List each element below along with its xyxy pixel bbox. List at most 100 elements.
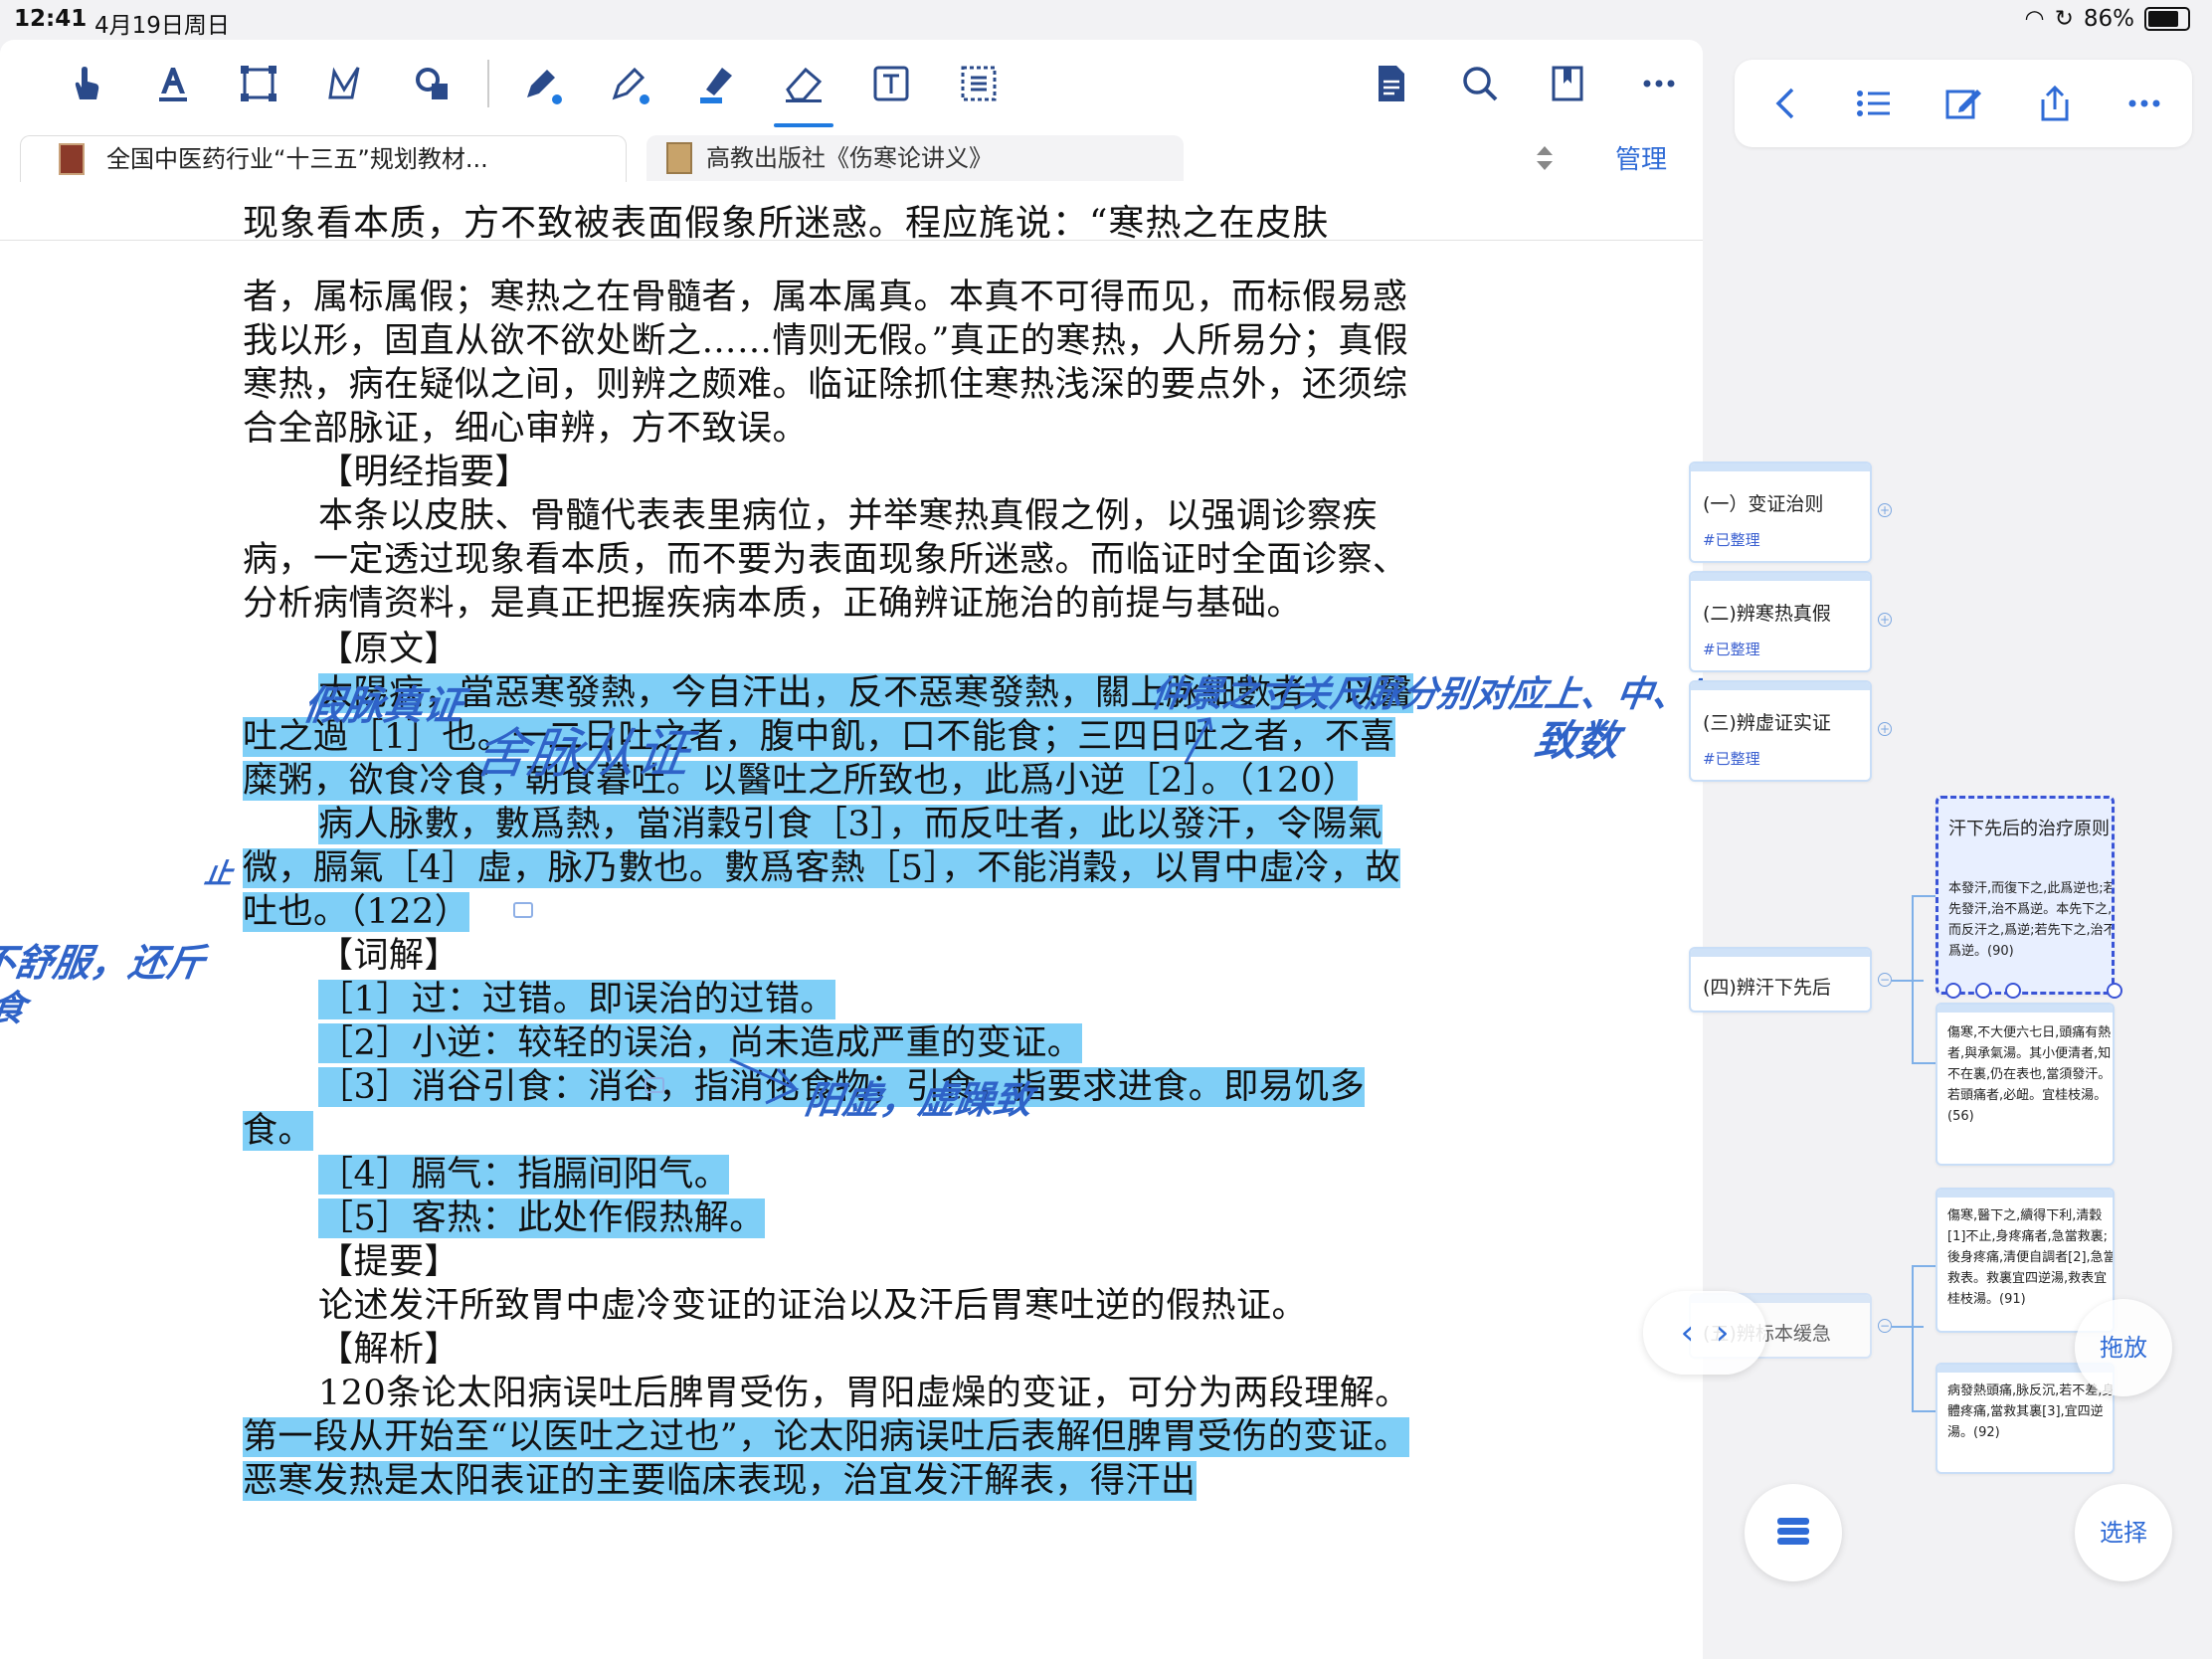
document-tabs: 全国中医药行业“十三五”规划教材... 高教出版社《伤寒论讲义》 <box>0 135 1703 182</box>
node-bar <box>1691 463 1870 471</box>
mindmap-node[interactable]: (一）变证治则 #已整理 <box>1689 461 1872 563</box>
paragraph: 论述发汗所致胃中虚冷变证的证治以及汗后胃寒吐逆的假热证。 <box>318 1286 1308 1326</box>
tab-label: 全国中医药行业“十三五”规划教材... <box>106 145 488 173</box>
handwritten-note[interactable]: 止 <box>202 852 236 892</box>
document-pane: 全国中医药行业“十三五”规划教材... 高教出版社《伤寒论讲义》 管理 现象看本… <box>0 40 1703 1659</box>
shape-settings-icon[interactable] <box>408 60 456 107</box>
page-break <box>0 240 1703 241</box>
mindmap-header <box>1735 60 2192 147</box>
highlighted-text: ［1］过：过错。即误治的过错。 <box>318 980 835 1019</box>
book-cover-icon <box>666 142 692 174</box>
highlighted-text: 病人脉數，數爲熱，當消穀引食［3］，而反吐者，此以發汗，令陽氣微，膈氣［4］虛，… <box>243 805 1401 932</box>
chevron-left-icon[interactable]: ‹ <box>1681 1313 1695 1353</box>
handle-icon[interactable] <box>2005 983 2021 999</box>
node-bar <box>1937 1190 2113 1198</box>
connector-line <box>1892 1326 1924 1328</box>
handwritten-note[interactable]: 不舒服，还斤 <box>0 932 209 987</box>
node-title: (三)辨虚证实证 <box>1703 712 1831 734</box>
glossary-item: ［5］客热：此处作假热解。 <box>243 1197 1416 1240</box>
layers-button[interactable] <box>1745 1484 1842 1581</box>
expand-icon[interactable]: + <box>1878 503 1892 517</box>
more-options-icon[interactable] <box>2122 82 2166 125</box>
sort-icon[interactable] <box>1534 143 1556 173</box>
wifi-icon: ◠ <box>2024 6 2045 32</box>
collapse-icon[interactable]: − <box>1878 1319 1892 1333</box>
handwritten-note[interactable]: 舍脉从证 <box>469 709 695 788</box>
lasso-icon[interactable] <box>320 60 368 107</box>
highlighted-text: ［5］客热：此处作假热解。 <box>318 1198 765 1238</box>
handwritten-note[interactable]: 假脉真证 <box>300 673 467 731</box>
panel-resize-handle[interactable]: ‹ › <box>1643 1291 1766 1375</box>
arrow-annotation[interactable] <box>1180 711 1219 767</box>
paragraph: 者，属标属假；寒热之在骨髓者，属本属真。本真不可得而见，而标假易惑我以形，固直从… <box>243 277 1409 449</box>
node-text: 本發汗,而復下之,此爲逆也;若先發汗,治不爲逆。本先下之,而反汗之,爲逆;若先下… <box>1948 881 2115 959</box>
mindmap-node[interactable]: (二)辨寒热真假 #已整理 <box>1689 571 1872 672</box>
node-text: 傷寒,醫下之,續得下利,清穀[1]不止,身疼痛者,急當救裏;後身疼痛,清便自調者… <box>1947 1208 2115 1307</box>
node-title: (二)辨寒热真假 <box>1703 603 1831 625</box>
chevron-right-icon[interactable]: › <box>1716 1313 1730 1353</box>
mindmap-node[interactable]: (三)辨虚证实证 #已整理 <box>1689 680 1872 782</box>
search-icon[interactable] <box>1456 60 1504 107</box>
list-box-icon[interactable] <box>955 60 1003 107</box>
manage-button[interactable]: 管理 <box>1615 139 1667 176</box>
node-bar <box>1691 573 1870 581</box>
text-box-icon[interactable] <box>867 60 915 107</box>
expand-icon[interactable]: + <box>1878 722 1892 736</box>
bookmark-icon[interactable] <box>1544 60 1591 107</box>
status-date: 4月19日周日 <box>94 13 230 39</box>
memo-icon[interactable] <box>645 1077 664 1093</box>
handle-icon[interactable] <box>1945 983 1961 999</box>
handwritten-note[interactable]: 阳虚，虚躁致 <box>802 1069 1036 1124</box>
mindmap-canvas[interactable]: (一）变证治则 #已整理 + (二)辨寒热真假 #已整理 + (三)辨虚证实证 … <box>1689 159 2212 1659</box>
tab-textbook[interactable]: 全国中医药行业“十三五”规划教材... <box>20 135 627 182</box>
mindmap-card[interactable]: 傷寒,不大便六七日,頭痛有熱者,與承氣湯。其小便清者,知不在裏,仍在表也,當須發… <box>1936 1003 2115 1166</box>
page-body: 者，属标属假；寒热之在骨髓者，属本属真。本真不可得而见，而标假易惑我以形，固直从… <box>243 276 1416 1503</box>
node-title: (四)辨汗下先后 <box>1703 977 1831 999</box>
original-text-122[interactable]: 病人脉數，數爲熱，當消穀引食［3］，而反吐者，此以發汗，令陽氣微，膈氣［4］虛，… <box>243 803 1416 934</box>
node-tag: #已整理 <box>1703 641 1760 658</box>
connector-line <box>1912 1265 1914 1412</box>
drag-button[interactable]: 拖放 <box>2075 1299 2172 1396</box>
toolbar-divider <box>487 60 489 107</box>
text-highlight-icon[interactable] <box>149 60 197 107</box>
connector-line <box>1912 895 1914 1064</box>
memo-icon[interactable] <box>513 902 533 918</box>
eraser-icon[interactable] <box>774 60 833 127</box>
more-options-icon[interactable] <box>1635 60 1683 107</box>
node-text: 傷寒,不大便六七日,頭痛有熱者,與承氣湯。其小便清者,知不在裏,仍在表也,當須發… <box>1947 1025 2112 1124</box>
glossary-item: ［4］膈气：指膈间阳气。 <box>243 1153 1416 1197</box>
mindmap-node-selected[interactable]: 汗下先后的治疗原则 本發汗,而復下之,此爲逆也;若先發汗,治不爲逆。本先下之,而… <box>1936 796 2115 995</box>
share-icon[interactable] <box>2033 82 2077 125</box>
glossary-item: ［1］过：过错。即误治的过错。 <box>243 978 1416 1021</box>
edit-icon[interactable] <box>1941 82 1985 125</box>
collapse-icon[interactable]: − <box>1878 973 1892 987</box>
node-title: 汗下先后的治疗原则 <box>1948 819 2110 839</box>
node-bar <box>1937 1005 2113 1013</box>
pen-icon[interactable] <box>517 60 565 107</box>
arrow-annotation[interactable] <box>726 1049 806 1109</box>
handwritten-note[interactable]: 食 <box>0 980 30 1031</box>
pencil-icon[interactable] <box>605 60 652 107</box>
select-button[interactable]: 选择 <box>2075 1484 2172 1581</box>
back-chevron-icon[interactable] <box>1764 82 1808 125</box>
outline-list-icon[interactable] <box>1852 82 1896 125</box>
highlighter-icon[interactable] <box>692 60 740 107</box>
battery-percent: 86% <box>2083 6 2134 32</box>
connector-line <box>1892 980 1924 982</box>
node-tag: #已整理 <box>1703 750 1760 768</box>
resize-handle-icon[interactable] <box>2107 983 2122 999</box>
document-icon[interactable] <box>1367 60 1414 107</box>
status-right: ◠ ↻ 86% <box>2025 6 2190 32</box>
handwritten-note[interactable]: 致数 <box>1532 707 1624 768</box>
expand-icon[interactable]: + <box>1878 613 1892 627</box>
handle-icon[interactable] <box>1975 983 1991 999</box>
tab-shanghanlun[interactable]: 高教出版社《伤寒论讲义》 <box>646 135 1184 181</box>
mindmap-node[interactable]: (四)辨汗下先后 <box>1689 947 1872 1013</box>
document-page[interactable]: 现象看本质，方不致被表面假象所迷惑。程应旄说：“寒热之在皮肤 者，属标属假；寒热… <box>0 184 1703 1659</box>
node-title: (一）变证治则 <box>1703 493 1824 515</box>
rectangle-select-icon[interactable] <box>235 60 282 107</box>
layers-icon <box>1777 1518 1809 1545</box>
hand-pointer-icon[interactable] <box>62 60 109 107</box>
highlighted-text: ［2］小逆：较轻的误治，尚未造成严重的变证。 <box>318 1023 1083 1063</box>
mindmap-card[interactable]: 傷寒,醫下之,續得下利,清穀[1]不止,身疼痛者,急當救裏;後身疼痛,清便自調者… <box>1936 1188 2115 1333</box>
